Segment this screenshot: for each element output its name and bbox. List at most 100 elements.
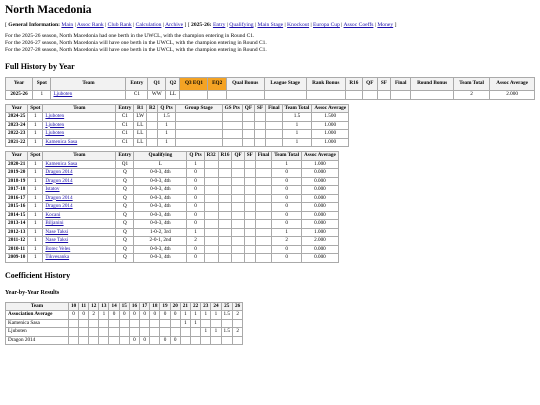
table-cell: 2: [452, 90, 491, 100]
table-cell: [254, 236, 273, 246]
nav-link-main-stage[interactable]: Main Stage: [257, 22, 283, 28]
table-cell: 1.000: [311, 137, 350, 147]
team-link[interactable]: Borec Veles: [45, 246, 70, 252]
table-cell: 2015-16: [4, 202, 29, 212]
table-cell: 0-0-3, 4th: [133, 193, 188, 203]
table-cell: 2: [232, 310, 244, 320]
team-link[interactable]: Dragon 2014: [45, 169, 72, 175]
team-link[interactable]: Ljuboten: [53, 91, 72, 97]
table-cell: [210, 318, 222, 328]
column-header: 19: [159, 301, 171, 311]
table-cell: [217, 168, 233, 178]
table-row: 2009-10 1 Tikvesanka Q 0-0-3, 4th 0 0 0.000: [4, 253, 339, 263]
team-link[interactable]: Dragon 2014: [45, 178, 72, 184]
table-cell: [254, 227, 273, 237]
column-header: SF: [243, 151, 256, 161]
column-header: R16: [344, 77, 363, 91]
table-cell: [231, 253, 245, 263]
table-cell: 1: [27, 129, 44, 139]
team-link[interactable]: Kamenica Sasa: [45, 139, 77, 145]
table-cell: 2016-17: [4, 193, 29, 203]
table-cell: 2025-26: [4, 90, 34, 100]
nav-link-assoc-rank[interactable]: Assoc Rank: [77, 22, 104, 28]
table-cell: [203, 219, 219, 229]
table-cell: 2.000: [301, 236, 339, 246]
table-cell: 1-0-2, 3rd: [133, 227, 188, 237]
column-header: Entry: [115, 103, 135, 113]
table-cell: 0: [271, 210, 303, 220]
nav-link-entry[interactable]: Entry: [213, 22, 225, 28]
column-header: QF: [231, 151, 245, 161]
table-cell: [221, 129, 243, 139]
table-cell: 2024-25: [4, 112, 29, 122]
table-row: 2023-24 1 Ljuboten C1 LL 1 1 1.000: [4, 120, 350, 130]
team-link[interactable]: Ljuboten: [45, 122, 64, 128]
nav-link-europa-cup[interactable]: Europa Cup: [313, 22, 340, 28]
table-cell: [146, 112, 159, 122]
column-header: 23: [200, 301, 212, 311]
table-cell: 1: [179, 318, 191, 328]
table-cell: 1: [179, 310, 191, 320]
table-cell: 0.000: [301, 244, 339, 254]
team-link[interactable]: Tikvesanka: [45, 254, 69, 260]
nav-link-calculation[interactable]: Calculation: [136, 22, 162, 28]
table-cell: [254, 176, 273, 186]
column-header: 24: [210, 301, 222, 311]
team-link[interactable]: Ljuboten: [45, 130, 64, 136]
team-link[interactable]: Nase Taksi: [45, 229, 68, 235]
team-link[interactable]: Dragon 2014: [45, 195, 72, 201]
nav-link-knockout[interactable]: Knockout: [287, 22, 309, 28]
table-cell: [232, 318, 244, 328]
table-cell: [231, 227, 245, 237]
table-cell: 1.000: [301, 159, 339, 169]
team-link[interactable]: Nase Taksi: [45, 237, 68, 243]
column-header: 12: [88, 301, 100, 311]
table-cell: 1: [27, 193, 44, 203]
column-header: Assoc Average: [301, 151, 339, 161]
table-cell: [243, 219, 256, 229]
team-link[interactable]: Istatov: [45, 186, 59, 192]
table-cell: [243, 210, 256, 220]
table-cell: Q1: [115, 159, 135, 169]
team-link[interactable]: Ljuboten: [45, 113, 64, 119]
table-cell: [225, 90, 265, 100]
column-header: Year: [4, 151, 29, 161]
team-link[interactable]: Biljanini: [45, 220, 63, 226]
page-title: North Macedonia: [5, 4, 92, 16]
nav-link-archive[interactable]: Archive: [165, 22, 183, 28]
table-cell: LL: [133, 129, 148, 139]
team-link[interactable]: Kamenica Sasa: [45, 161, 77, 167]
nav-link-assoc-coeffs[interactable]: Assoc Coeffs: [344, 22, 374, 28]
column-header: Final: [254, 151, 273, 161]
column-header: Round Bonus: [410, 77, 454, 91]
table-cell: [217, 244, 233, 254]
team-link[interactable]: Dragon 2014: [45, 203, 72, 209]
nav-link-qualifying[interactable]: Qualifying: [229, 22, 253, 28]
team-link[interactable]: Kocani: [45, 212, 60, 218]
table-cell: [203, 168, 219, 178]
table-cell: [179, 90, 209, 100]
table-cell: Q: [115, 227, 135, 237]
team-cell: Borec Veles: [42, 244, 117, 254]
table-cell: 2: [232, 327, 244, 337]
table-cell: 1.000: [311, 120, 350, 130]
table-cell: 0-0-3, 4th: [133, 210, 188, 220]
table-cell: [174, 129, 223, 139]
table-row: 2013-14 1 Biljanini Q 0-0-3, 4th 0 0 0.000: [4, 219, 339, 229]
table-cell: [203, 193, 219, 203]
table-cell: [231, 193, 245, 203]
table-cell: [253, 120, 267, 130]
table-cell: [200, 335, 212, 345]
table-cell: [254, 244, 273, 254]
table-row: Kamenica Sasa 1 1: [5, 318, 244, 328]
column-header: Spot: [27, 103, 44, 113]
table-cell: 1: [27, 185, 44, 195]
table-cell: 2010-11: [4, 244, 29, 254]
nav-link-main[interactable]: Main: [61, 22, 73, 28]
table-cell: LW: [133, 112, 148, 122]
table-cell: 0-0-3, 4th: [133, 202, 188, 212]
column-header: League Stage: [263, 77, 307, 91]
nav-link-money[interactable]: Money: [377, 22, 393, 28]
table-row: 2014-15 1 Kocani Q 0-0-3, 4th 0 0 0.000: [4, 210, 339, 220]
nav-link-club-rank[interactable]: Club Rank: [108, 22, 132, 28]
